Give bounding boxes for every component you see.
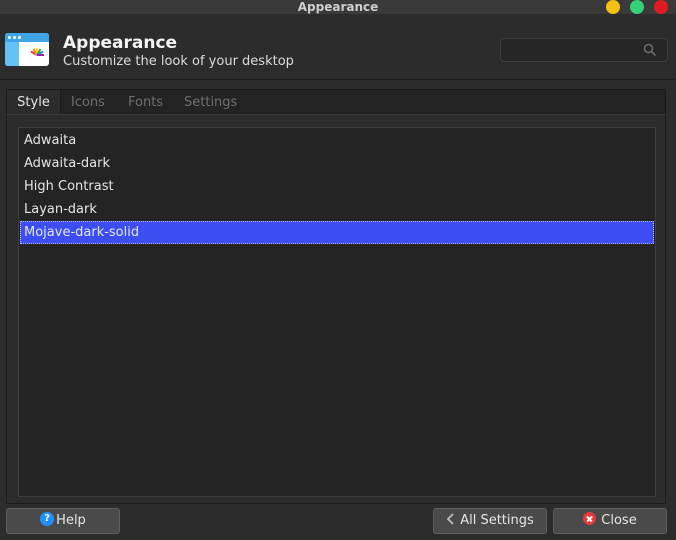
- tab-bar: Style Icons Fonts Settings: [6, 89, 666, 115]
- theme-item-high-contrast[interactable]: High Contrast: [20, 175, 654, 198]
- tab-label: Fonts: [128, 95, 164, 110]
- help-button[interactable]: ? Help: [6, 508, 120, 534]
- all-settings-label: All Settings: [460, 513, 534, 528]
- appearance-app-icon: [5, 33, 49, 66]
- theme-item-mojave-dark-solid[interactable]: Mojave-dark-solid: [20, 221, 654, 244]
- close-icon: [583, 512, 597, 525]
- window-close-button[interactable]: [654, 0, 668, 14]
- minimize-button[interactable]: [606, 0, 620, 14]
- tab-settings[interactable]: Settings: [184, 90, 237, 115]
- close-button[interactable]: Close: [553, 508, 667, 534]
- help-button-label: Help: [56, 513, 86, 528]
- all-settings-button[interactable]: All Settings: [433, 508, 547, 534]
- search-input[interactable]: [500, 38, 668, 62]
- theme-item-adwaita-dark[interactable]: Adwaita-dark: [20, 152, 654, 175]
- tab-icons[interactable]: Icons: [71, 90, 105, 115]
- tab-label: Settings: [184, 95, 238, 110]
- window-title: Appearance: [297, 0, 379, 14]
- maximize-button[interactable]: [630, 0, 644, 14]
- tab-fonts[interactable]: Fonts: [128, 90, 163, 115]
- style-panel: Adwaita Adwaita-dark High Contrast Layan…: [6, 114, 666, 504]
- theme-list[interactable]: Adwaita Adwaita-dark High Contrast Layan…: [18, 127, 656, 497]
- page-subtitle: Customize the look of your desktop: [63, 54, 294, 69]
- header: Appearance Customize the look of your de…: [0, 14, 676, 80]
- tab-label: Style: [17, 95, 50, 110]
- tab-style[interactable]: Style: [7, 90, 61, 115]
- page-title: Appearance: [63, 33, 178, 53]
- chevron-left-icon: [446, 512, 454, 525]
- help-icon: ?: [40, 511, 55, 526]
- search-icon: [643, 43, 657, 57]
- close-button-label: Close: [601, 513, 637, 528]
- window-titlebar[interactable]: Appearance: [0, 0, 676, 14]
- tab-label: Icons: [71, 95, 105, 110]
- theme-item-adwaita[interactable]: Adwaita: [20, 129, 654, 152]
- theme-item-layan-dark[interactable]: Layan-dark: [20, 198, 654, 221]
